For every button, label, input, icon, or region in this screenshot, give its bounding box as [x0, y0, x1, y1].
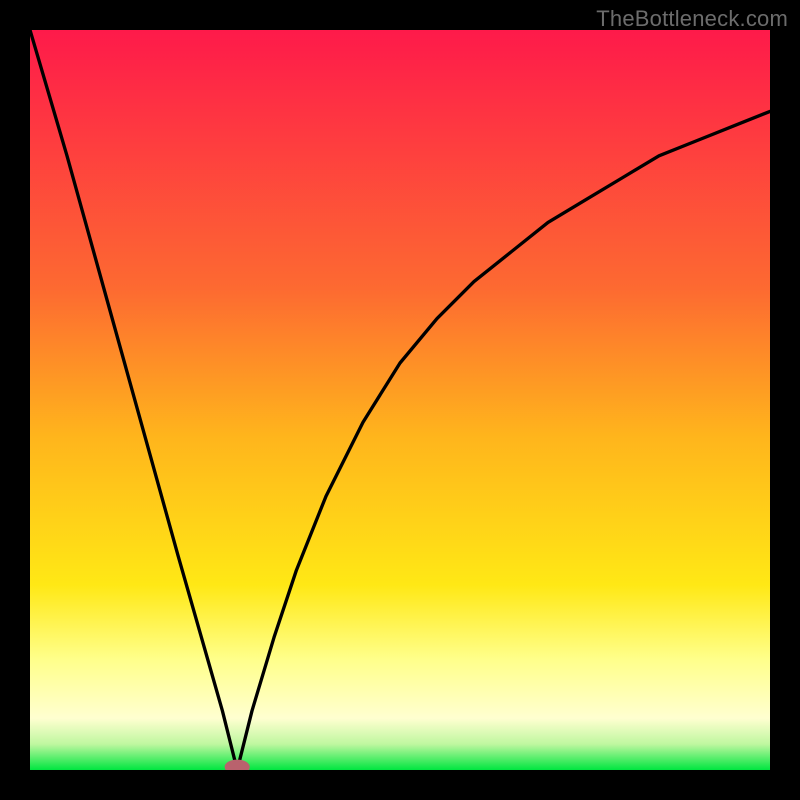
- minimum-marker: [225, 760, 249, 770]
- watermark-text: TheBottleneck.com: [596, 6, 788, 32]
- plot-area: [30, 30, 770, 770]
- outer-frame: TheBottleneck.com: [0, 0, 800, 800]
- chart-svg: [30, 30, 770, 770]
- gradient-background: [30, 30, 770, 770]
